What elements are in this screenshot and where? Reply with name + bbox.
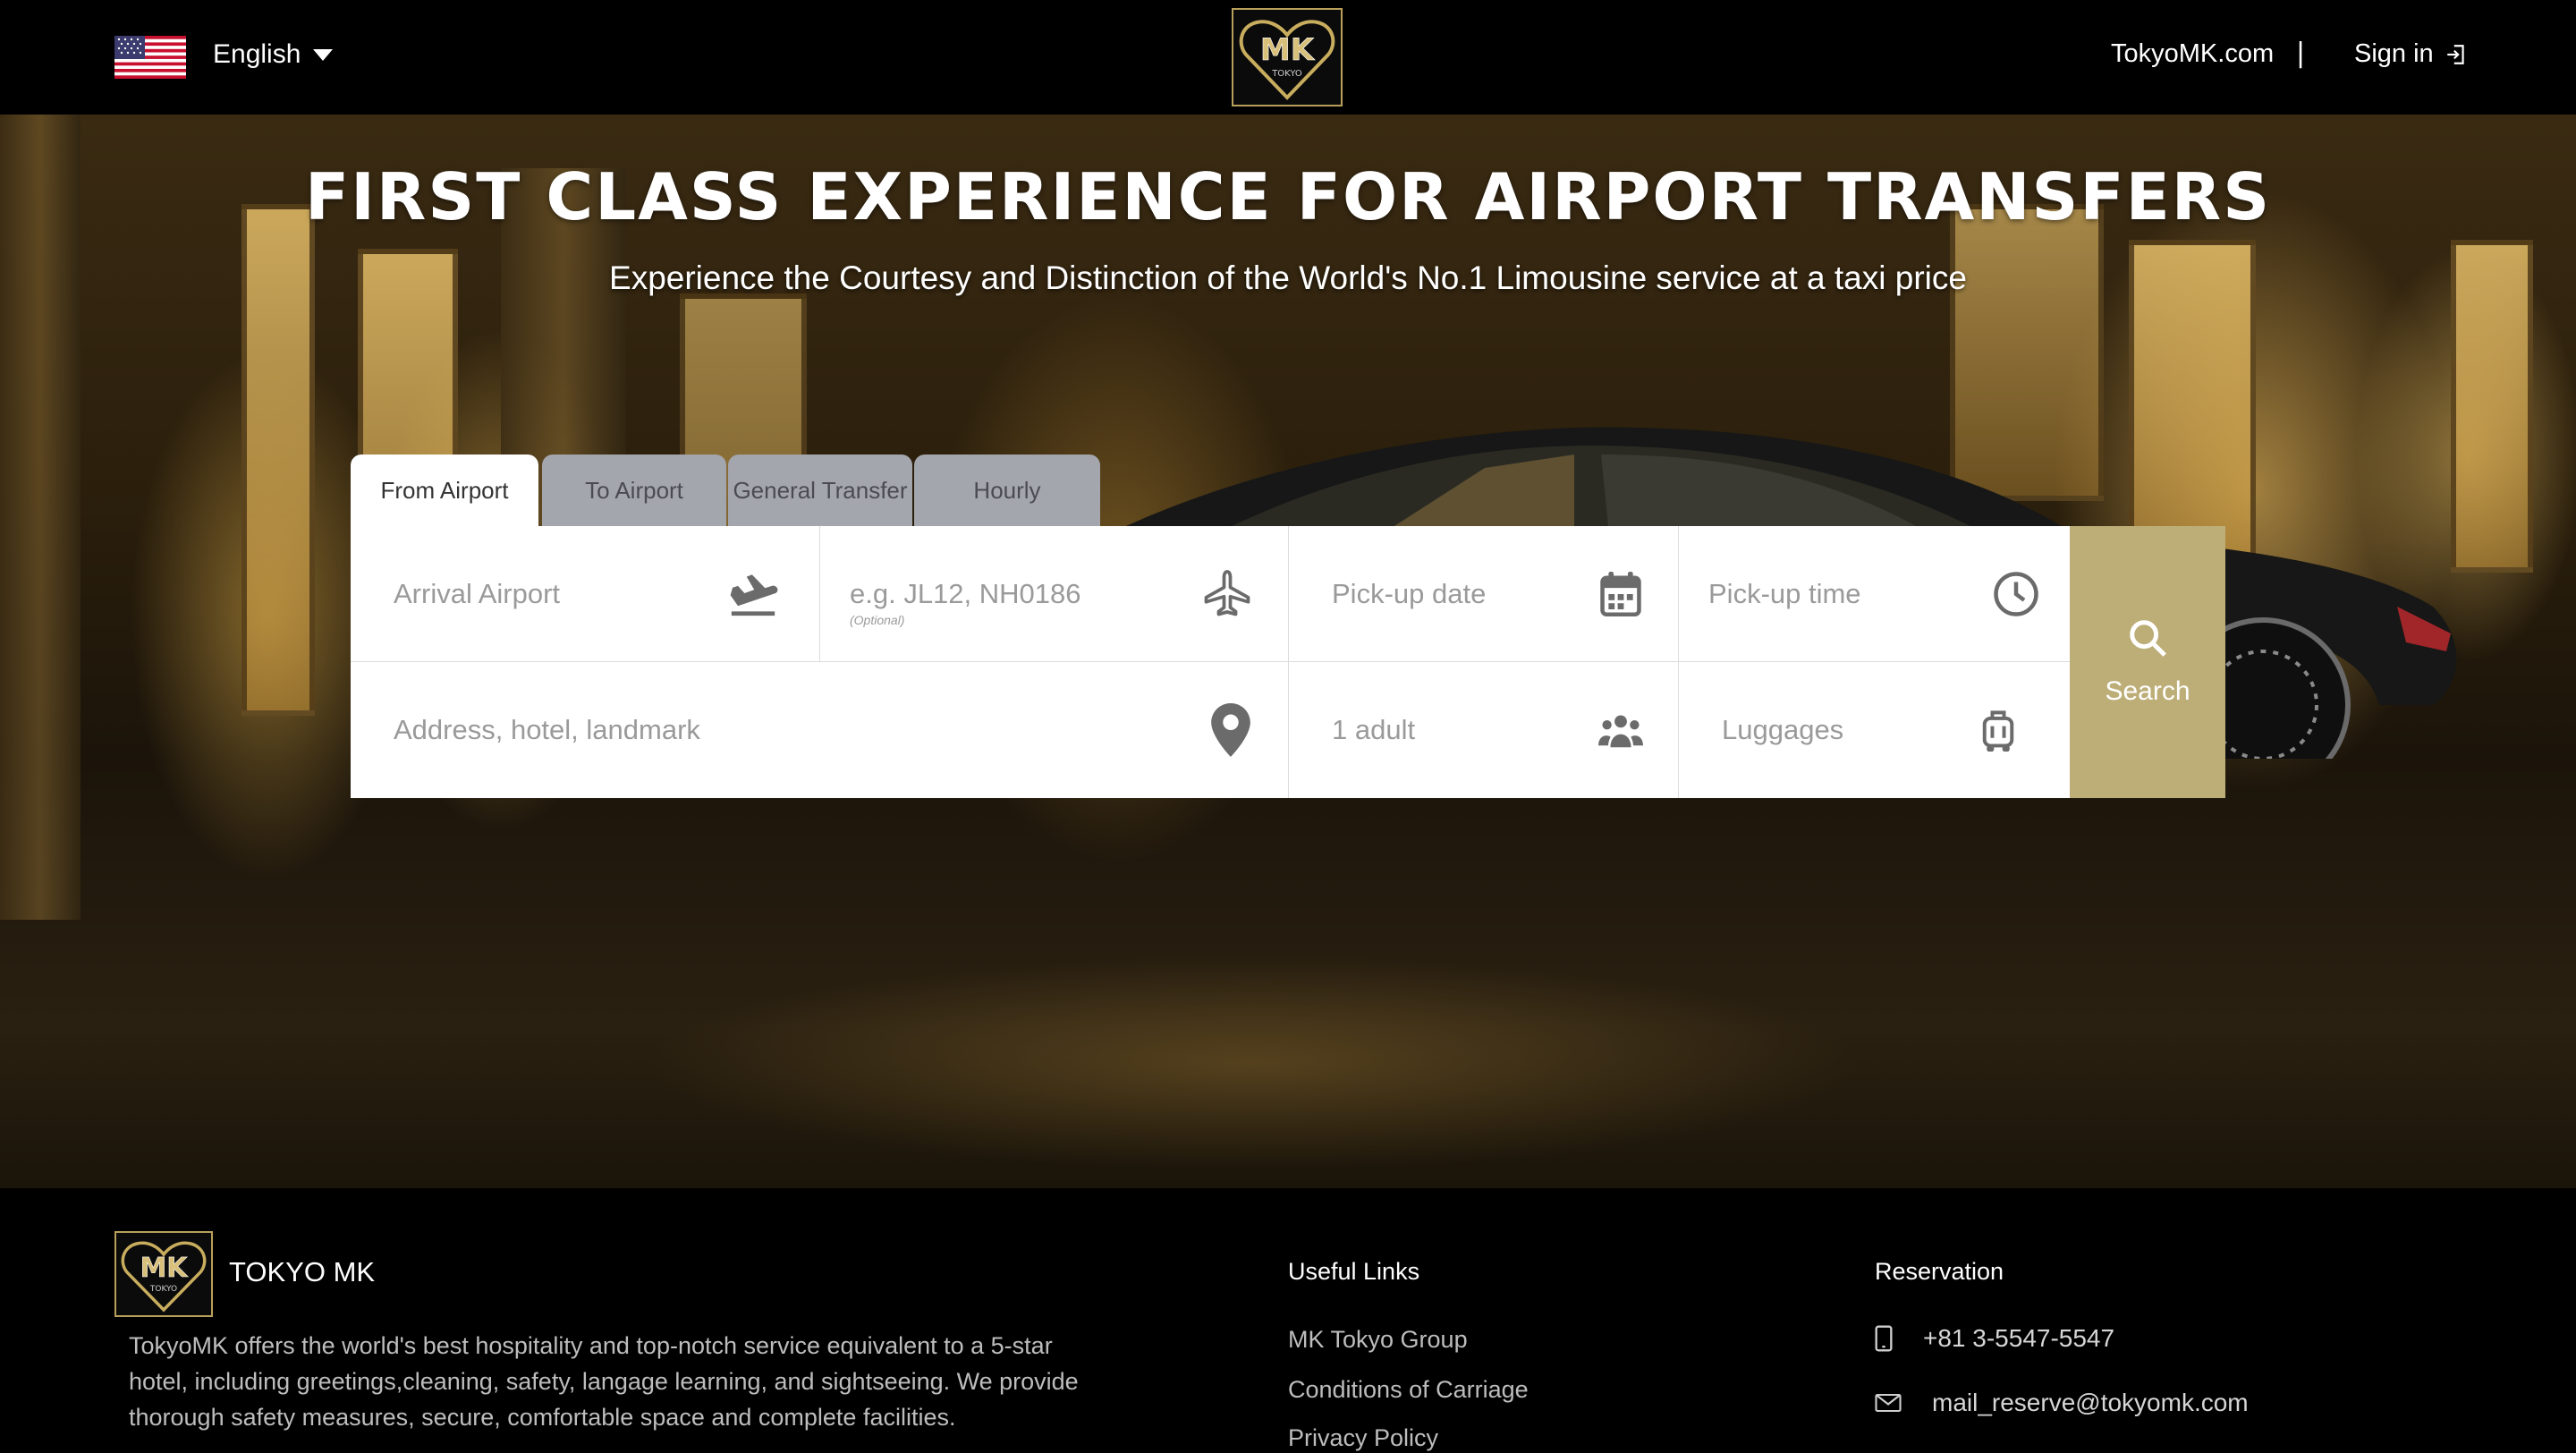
chevron-down-icon [313, 48, 334, 61]
search-button-label: Search [2105, 676, 2190, 706]
passengers-input[interactable] [1332, 714, 1564, 746]
hero-title: FIRST CLASS EXPERIENCE FOR AIRPORT TRANS… [304, 159, 2272, 234]
airplane-icon [1200, 567, 1254, 621]
address-field[interactable] [351, 662, 1289, 798]
calendar-icon [1594, 567, 1648, 621]
passengers-field[interactable] [1289, 662, 1679, 798]
top-header: English MK TOKYO TokyoMK.com | Sign in [0, 0, 2576, 115]
booking-tabs: From Airport To Airport General Transfer… [351, 455, 1100, 526]
footer-brand: TOKYO MK [229, 1256, 376, 1287]
sign-in-icon [2446, 44, 2464, 64]
header-separator: | [2296, 38, 2306, 69]
svg-text:MK: MK [140, 1253, 189, 1284]
reservation-email[interactable]: mail_reserve@tokyomk.com [1875, 1389, 2249, 1417]
footer-description: TokyoMK offers the world's best hospital… [129, 1332, 1079, 1431]
footer-link-privacy-policy[interactable]: Privacy Policy [1288, 1424, 1438, 1452]
search-button[interactable]: Search [2070, 526, 2225, 798]
footer-link-conditions-of-carriage[interactable]: Conditions of Carriage [1288, 1376, 1529, 1404]
reservation-heading: Reservation [1875, 1258, 2004, 1285]
language-label: English [213, 39, 301, 69]
arrival-airport-field[interactable] [351, 526, 820, 662]
pickup-time-input[interactable] [1708, 577, 1941, 610]
svg-text:MK: MK [1260, 32, 1316, 68]
tab-general-transfer[interactable]: General Transfer [728, 455, 912, 526]
tab-hourly[interactable]: Hourly [914, 455, 1100, 526]
footer-logo[interactable]: MK TOKYO [114, 1231, 213, 1317]
pickup-time-field[interactable] [1679, 526, 2070, 662]
luggages-input[interactable] [1722, 714, 1954, 746]
site-footer: MK TOKYO TOKYO MK TokyoMK offers the wor… [0, 1188, 2576, 1453]
us-flag-icon[interactable] [114, 36, 186, 79]
tokyomk-link[interactable]: TokyoMK.com [2111, 39, 2274, 69]
plane-landing-icon [726, 567, 780, 621]
flight-optional-note: (Optional) [850, 613, 905, 627]
envelope-icon [1875, 1393, 1902, 1413]
arrival-airport-input[interactable] [394, 577, 689, 610]
tab-to-airport[interactable]: To Airport [542, 455, 726, 526]
location-pin-icon [1204, 703, 1258, 757]
background-pillar [0, 115, 80, 920]
email-address: mail_reserve@tokyomk.com [1932, 1389, 2249, 1416]
useful-links-heading: Useful Links [1288, 1258, 1420, 1285]
phone-icon [1875, 1325, 1893, 1352]
sign-in-label: Sign in [2354, 39, 2434, 68]
people-group-icon [1594, 703, 1648, 757]
svg-text:TOKYO: TOKYO [149, 1285, 177, 1294]
phone-number: +81 3-5547-5547 [1923, 1324, 2115, 1352]
flight-number-input[interactable] [850, 577, 1172, 610]
booking-form: (Optional) [351, 526, 2225, 798]
address-input[interactable] [394, 714, 1020, 746]
language-selector[interactable]: English [213, 39, 334, 70]
sign-in-link[interactable]: Sign in [2354, 39, 2468, 69]
flight-number-field[interactable] [820, 526, 1289, 662]
clock-icon [1989, 567, 2043, 621]
luggage-icon [1971, 703, 2025, 757]
hero-subtitle: Experience the Courtesy and Distinction … [609, 259, 1967, 296]
tab-from-airport[interactable]: From Airport [351, 455, 538, 526]
search-icon [2130, 620, 2166, 657]
footer-link-mk-tokyo-group[interactable]: MK Tokyo Group [1288, 1326, 1468, 1354]
reservation-phone[interactable]: +81 3-5547-5547 [1875, 1324, 2114, 1353]
pickup-date-input[interactable] [1332, 577, 1564, 610]
mk-tokyo-logo[interactable]: MK TOKYO [1232, 8, 1343, 106]
svg-text:TOKYO: TOKYO [1271, 69, 1302, 79]
luggages-field[interactable] [1679, 662, 2070, 798]
pickup-date-field[interactable] [1289, 526, 1679, 662]
